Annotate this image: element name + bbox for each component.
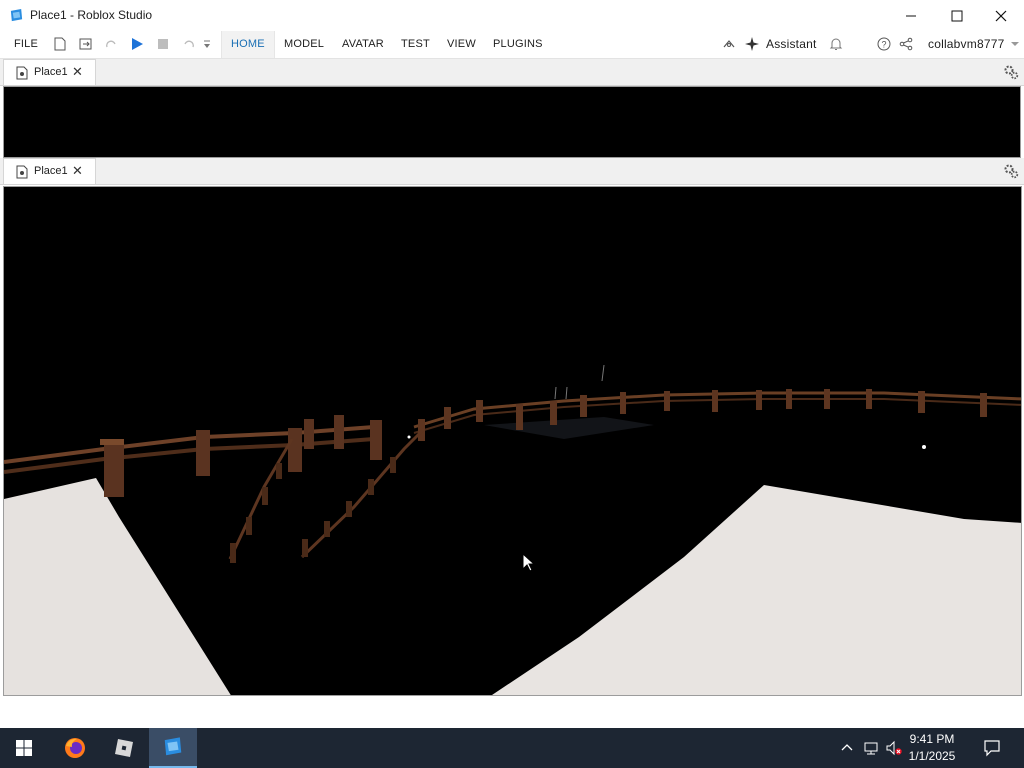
document-tab-bar: Place1 ✕ <box>0 158 1024 185</box>
snow-terrain-left <box>4 478 231 695</box>
tab-view[interactable]: VIEW <box>447 31 476 58</box>
window-title: Place1 - Roblox Studio <box>30 8 153 22</box>
title-bar: Place1 - Roblox Studio <box>0 0 1024 31</box>
close-icon <box>995 10 1007 21</box>
windows-taskbar: 9:41 PM 1/1/2025 <box>0 728 1024 768</box>
close-button[interactable] <box>978 0 1024 31</box>
tab-test[interactable]: TEST <box>401 31 430 58</box>
windows-logo-icon <box>16 740 32 756</box>
document-tab-bar: Place1 ✕ <box>0 58 1024 86</box>
help-icon[interactable]: ? <box>876 36 892 52</box>
tab-model[interactable]: MODEL <box>284 31 324 58</box>
fence-near <box>4 425 375 474</box>
stop-icon[interactable] <box>155 36 171 52</box>
minimize-icon <box>906 15 916 16</box>
assistant-sparkle-icon[interactable] <box>744 36 760 52</box>
svg-text:?: ? <box>881 40 886 50</box>
action-center-icon[interactable] <box>983 739 1001 757</box>
viewport-top[interactable] <box>3 86 1021 158</box>
document-tab-label: Place1 <box>34 165 68 177</box>
file-menu[interactable]: FILE <box>14 31 38 58</box>
firefox-icon <box>65 738 85 758</box>
bottom-panel <box>0 696 1024 728</box>
taskbar-clock-date[interactable]: 1/1/2025 <box>902 749 962 763</box>
minimize-button[interactable] <box>888 0 934 31</box>
menu-bar: FILE HOME MODEL AVATAR TEST VIEW PLUGINS… <box>0 31 1024 59</box>
network-icon[interactable] <box>863 740 879 756</box>
taskbar-clock-time[interactable]: 9:41 PM <box>902 732 962 746</box>
play-icon[interactable] <box>129 36 145 52</box>
tab-plugins[interactable]: PLUGINS <box>493 31 543 58</box>
close-tab-icon[interactable]: ✕ <box>72 163 83 179</box>
open-file-icon[interactable] <box>78 36 94 52</box>
redo-icon[interactable] <box>103 36 119 52</box>
close-tab-icon[interactable]: ✕ <box>72 64 83 80</box>
settings-gear-icon[interactable] <box>1003 64 1019 80</box>
document-tab-place1[interactable]: Place1 ✕ <box>3 158 96 184</box>
snow-terrain-right <box>492 485 1021 695</box>
start-button[interactable] <box>0 728 48 768</box>
maximize-icon <box>951 10 963 21</box>
collaboration-icon[interactable] <box>721 36 737 52</box>
viewport-3d-scene[interactable] <box>3 186 1022 696</box>
tab-home[interactable]: HOME <box>221 31 275 58</box>
share-icon[interactable] <box>898 36 914 52</box>
taskbar-roblox-studio[interactable] <box>149 728 197 768</box>
more-tools-icon[interactable] <box>202 36 212 52</box>
notifications-bell-icon[interactable] <box>828 36 844 52</box>
settings-gear-icon[interactable] <box>1003 163 1019 179</box>
taskbar-roblox-player[interactable] <box>100 728 148 768</box>
roblox-icon <box>115 739 133 757</box>
username-menu[interactable]: collabvm8777 <box>928 31 1004 58</box>
roblox-studio-icon <box>164 737 182 756</box>
chevron-down-icon[interactable] <box>1010 36 1020 52</box>
new-file-icon[interactable] <box>52 36 68 52</box>
tab-avatar[interactable]: AVATAR <box>342 31 384 58</box>
document-tab-label: Place1 <box>34 66 68 78</box>
undo-icon[interactable] <box>181 36 197 52</box>
maximize-button[interactable] <box>934 0 980 31</box>
scene-render <box>4 364 1021 695</box>
show-hidden-icons-chevron-icon[interactable] <box>839 740 855 756</box>
mouse-cursor-icon <box>522 553 536 572</box>
assistant-button[interactable]: Assistant <box>766 31 817 58</box>
place-file-icon <box>16 66 28 80</box>
place-file-icon <box>16 165 28 179</box>
volume-muted-icon[interactable] <box>886 740 902 756</box>
document-tab-place1[interactable]: Place1 ✕ <box>3 59 96 85</box>
taskbar-firefox[interactable] <box>51 728 99 768</box>
roblox-studio-logo-icon <box>10 8 23 22</box>
